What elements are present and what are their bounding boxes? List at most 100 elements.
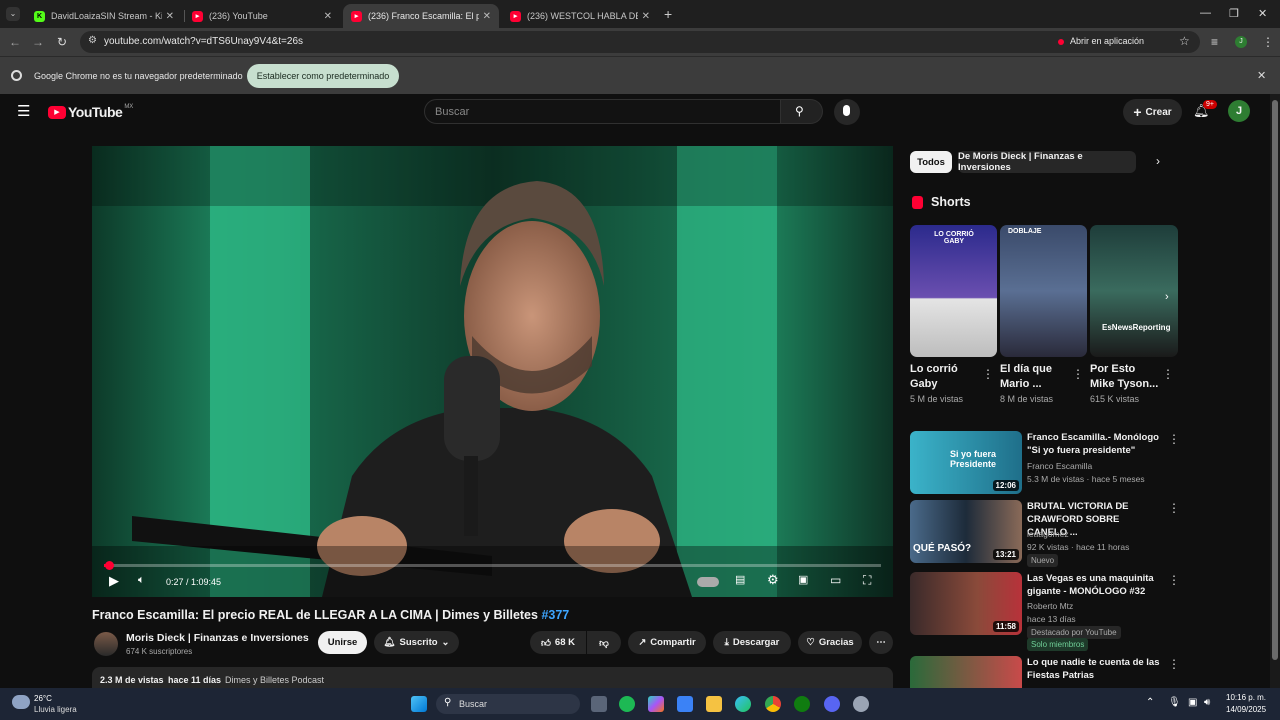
settings-gear-icon[interactable]: ⚙ <box>767 572 779 588</box>
browser-tab-kick[interactable]: K DavidLoaizaSIN Stream - Kick D ✕ <box>26 4 182 28</box>
file-explorer-icon[interactable] <box>706 696 722 712</box>
video-menu-icon[interactable]: ⋮ <box>1168 432 1180 446</box>
video-menu-icon[interactable]: ⋮ <box>1168 501 1180 515</box>
progress-bar-track[interactable] <box>104 561 881 570</box>
wifi-icon[interactable]: ▣ <box>1188 697 1197 708</box>
chevron-right-icon[interactable]: › <box>1156 154 1160 168</box>
menu-kebab-icon[interactable]: ⋮ <box>1262 35 1274 49</box>
task-view-icon[interactable] <box>591 696 607 712</box>
share-button[interactable]: ↗ Compartir <box>628 631 706 654</box>
page-scrollbar[interactable] <box>1270 94 1280 688</box>
channel-avatar[interactable] <box>94 632 118 656</box>
subtitles-icon[interactable]: ▤ <box>735 573 745 586</box>
account-avatar[interactable]: J <box>1228 100 1250 122</box>
video-thumbnail[interactable] <box>910 656 1022 688</box>
playlist-link[interactable]: Dimes y Billetes Podcast <box>225 675 324 685</box>
short-title[interactable]: Por Esto Mike Tyson... <box>1090 362 1160 392</box>
video-title[interactable]: Franco Escamilla.- Monólogo "Si yo fuera… <box>1027 431 1162 457</box>
clock-date[interactable]: 14/09/2025 <box>1226 705 1266 714</box>
video-title[interactable]: Las Vegas es una maquinita gigante - MON… <box>1027 572 1162 598</box>
set-default-button[interactable]: Establecer como predeterminado <box>247 64 399 88</box>
short-menu-icon[interactable]: ⋮ <box>982 367 994 381</box>
back-icon[interactable]: ← <box>9 35 21 49</box>
short-thumbnail[interactable]: EsNewsReporting › <box>1090 225 1178 357</box>
chip-from-channel[interactable]: De Moris Dieck | Finanzas e Inversiones <box>958 151 1136 173</box>
open-in-app-button[interactable]: Abrir en aplicación <box>1070 36 1144 46</box>
clock-time[interactable]: 10:16 p. m. <box>1226 693 1266 702</box>
channel-name[interactable]: Moris Dieck | Finanzas e Inversiones <box>126 632 309 644</box>
chrome-taskbar-icon[interactable] <box>765 696 781 712</box>
short-title[interactable]: Lo corrió Gaby <box>910 362 980 392</box>
video-title[interactable]: Lo que nadie te cuenta de las Fiestas Pa… <box>1027 656 1162 688</box>
video-hashtag-link[interactable]: #377 <box>541 608 569 622</box>
miniplayer-icon[interactable]: ▣ <box>798 573 808 586</box>
close-tab-icon[interactable]: ✕ <box>642 11 650 22</box>
volume-icon[interactable]: 🔈︎ <box>138 574 145 587</box>
browser-tab-active-video[interactable]: ▸ (236) Franco Escamilla: El preci ✕ <box>343 4 499 28</box>
spotify-icon[interactable] <box>619 696 635 712</box>
video-menu-icon[interactable]: ⋮ <box>1168 657 1180 671</box>
extensions-icon[interactable]: ≡ <box>1211 35 1218 49</box>
voice-search-button[interactable] <box>834 99 860 125</box>
edge-icon[interactable] <box>735 696 751 712</box>
xbox-icon[interactable] <box>794 696 810 712</box>
subscribed-button[interactable]: 🔔︎ Suscrito ⌄ <box>374 631 459 654</box>
video-menu-icon[interactable]: ⋮ <box>1168 573 1180 587</box>
discord-icon[interactable] <box>824 696 840 712</box>
close-tab-icon[interactable]: ✕ <box>324 11 332 22</box>
short-thumbnail[interactable]: DOBLAJE <box>1000 225 1087 357</box>
short-thumbnail[interactable]: LO CORRIÓ GABY <box>910 225 997 357</box>
like-button[interactable]: 👍︎ 68 K <box>530 631 586 654</box>
address-bar[interactable]: ⚙ youtube.com/watch?v=dTS6Unay9V4&t=26s … <box>80 31 1200 53</box>
video-thumbnail[interactable]: Si yo fuera Presidente 12:06 <box>910 431 1022 494</box>
reload-icon[interactable]: ↻ <box>57 35 67 49</box>
browser-tab-westcol[interactable]: ▸ (236) WESTCOL HABLA DE LA P ✕ <box>502 4 658 28</box>
microsoft-store-icon[interactable] <box>677 696 693 712</box>
short-title[interactable]: El día que Mario ... <box>1000 362 1070 392</box>
site-info-icon[interactable]: ⚙ <box>88 35 97 46</box>
fullscreen-icon[interactable]: ⛶ <box>863 573 871 588</box>
microphone-icon[interactable]: 🎙︎ <box>1168 697 1181 708</box>
weather-icon[interactable] <box>12 695 30 709</box>
close-tab-icon[interactable]: ✕ <box>166 11 174 22</box>
forward-icon[interactable]: → <box>32 35 44 49</box>
close-tab-icon[interactable]: ✕ <box>483 11 491 22</box>
channel-name[interactable]: leaagomez <box>1027 529 1069 539</box>
taskbar-search-box[interactable]: ⚲ Buscar <box>436 694 580 714</box>
more-actions-button[interactable]: ⋯ <box>869 631 893 654</box>
search-button[interactable]: ⚲ <box>781 99 823 124</box>
browser-tab-youtube-home[interactable]: ▸ (236) YouTube ✕ <box>184 4 340 28</box>
short-menu-icon[interactable]: ⋮ <box>1162 367 1174 381</box>
video-thumbnail[interactable]: QUÉ PASÓ? 13:21 <box>910 500 1022 563</box>
join-button[interactable]: Unirse <box>318 631 367 654</box>
close-window-icon[interactable]: ✕ <box>1258 7 1267 20</box>
new-tab-icon[interactable]: + <box>664 6 672 22</box>
minimize-icon[interactable]: — <box>1200 7 1211 19</box>
theater-mode-icon[interactable]: ▭ <box>830 573 841 587</box>
play-icon[interactable]: ▶ <box>109 573 119 589</box>
volume-icon[interactable]: 🔊︎ <box>1204 697 1210 708</box>
video-player[interactable]: ▶ 🔈︎ 0:27 / 1:09:45 ▤ ⚙ ▣ ▭ ⛶ <box>92 146 893 597</box>
app-icon[interactable] <box>853 696 869 712</box>
close-infobar-icon[interactable]: ✕ <box>1257 69 1266 82</box>
channel-name[interactable]: Franco Escamilla <box>1027 461 1092 471</box>
windows-start-icon[interactable] <box>411 696 427 712</box>
search-input[interactable]: Buscar <box>424 99 781 124</box>
thanks-button[interactable]: ♡ Gracias <box>798 631 862 654</box>
create-button[interactable]: + Crear <box>1123 99 1182 125</box>
download-button[interactable]: ⤓ Descargar <box>713 631 791 654</box>
chevron-up-icon[interactable]: ⌃ <box>1146 697 1154 708</box>
profile-avatar[interactable]: J <box>1235 36 1247 48</box>
chip-all[interactable]: Todos <box>910 151 952 173</box>
autoplay-toggle-icon[interactable] <box>697 577 719 587</box>
copilot-icon[interactable] <box>648 696 664 712</box>
tab-search-button[interactable]: ⌄ <box>6 7 20 21</box>
channel-name[interactable]: Roberto Mtz <box>1027 601 1073 611</box>
progress-scrubber-handle[interactable] <box>105 561 114 570</box>
dislike-button[interactable]: 👎︎ <box>587 631 621 654</box>
short-menu-icon[interactable]: ⋮ <box>1072 367 1084 381</box>
video-thumbnail[interactable]: 11:58 <box>910 572 1022 635</box>
guide-menu-icon[interactable]: ☰ <box>17 102 30 120</box>
chevron-right-icon[interactable]: › <box>1165 291 1169 303</box>
youtube-logo[interactable]: ▶ YouTube MX <box>48 104 133 120</box>
